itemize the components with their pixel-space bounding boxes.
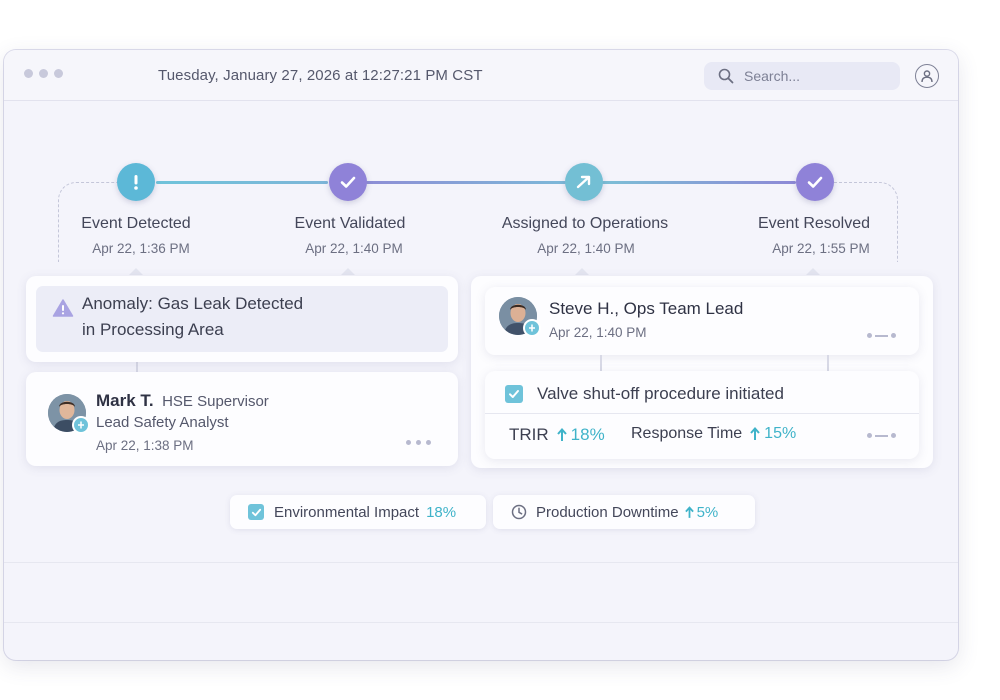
response-label: Response Time [631, 425, 743, 442]
action-checkbox[interactable] [505, 385, 523, 403]
window-dot[interactable] [54, 69, 63, 78]
right-connector [600, 355, 602, 371]
person-title: HSE Supervisor [162, 393, 269, 410]
anomaly-title-line1: Anomaly: Gas Leak Detected [82, 294, 304, 313]
window-dot[interactable] [24, 69, 33, 78]
step-time-assigned: Apr 22, 1:40 PM [537, 241, 635, 256]
trir-label: TRIR [509, 425, 549, 444]
step-node-detected[interactable] [117, 163, 155, 201]
steve-card[interactable]: Steve H., Ops Team Lead Apr 22, 1:40 PM [485, 287, 919, 355]
response-time-metric: Response Time 15% [631, 425, 796, 443]
role-badge [72, 416, 90, 434]
anomaly-panel: Anomaly: Gas Leak Detected in Processing… [36, 286, 448, 352]
anomaly-title-line2: in Processing Area [82, 320, 224, 339]
step-time-validated: Apr 22, 1:40 PM [305, 241, 403, 256]
card-pointer [806, 268, 820, 275]
person-name: Mark T. [96, 391, 154, 410]
anomaly-card[interactable]: Anomaly: Gas Leak Detected in Processing… [26, 276, 458, 362]
user-icon [921, 70, 933, 83]
footer-divider [4, 622, 958, 623]
card-pointer [575, 268, 589, 275]
alert-icon [134, 175, 138, 190]
right-connector [827, 355, 829, 371]
clock-icon [511, 504, 527, 520]
environmental-checkbox[interactable] [248, 504, 264, 520]
environmental-value: 18% [426, 503, 457, 521]
trir-value: 18% [570, 425, 605, 444]
step-node-assigned[interactable] [565, 163, 603, 201]
action-label: Valve shut-off procedure initiated [537, 384, 784, 403]
timeline-segment [366, 181, 566, 184]
app-window: Tuesday, January 27, 2026 at 12:27:21 PM… [4, 50, 958, 660]
search-input[interactable] [742, 67, 896, 85]
window-controls[interactable] [24, 69, 63, 78]
step-node-validated[interactable] [329, 163, 367, 201]
step-label-assigned: Assigned to Operations [501, 215, 669, 232]
more-options-button[interactable] [867, 333, 896, 338]
mark-card[interactable]: Mark T. HSE Supervisor Lead Safety Analy… [26, 372, 458, 466]
card-pointer [129, 268, 143, 275]
search-icon [718, 68, 734, 84]
step-node-resolved[interactable] [796, 163, 834, 201]
arrow-up-icon [684, 505, 694, 518]
divider [485, 413, 919, 414]
production-downtime-chip[interactable]: Production Downtime 5% [493, 495, 755, 529]
title-bar: Tuesday, January 27, 2026 at 12:27:21 PM… [4, 50, 958, 101]
more-options-button[interactable] [867, 433, 896, 438]
current-datetime: Tuesday, January 27, 2026 at 12:27:21 PM… [158, 67, 483, 84]
person-name: Steve H., Ops Team Lead [549, 299, 744, 318]
mark-name-row: Mark T. HSE Supervisor [96, 391, 269, 411]
step-time-detected: Apr 22, 1:36 PM [92, 241, 190, 256]
timeline-segment [602, 181, 796, 184]
step-label-validated: Event Validated [294, 215, 406, 232]
downtime-label: Production Downtime [536, 503, 679, 521]
step-time-resolved: Apr 22, 1:55 PM [772, 241, 870, 256]
response-value: 15% [764, 425, 797, 442]
user-account-button[interactable] [915, 64, 939, 88]
role-badge [523, 319, 541, 337]
anomaly-title: Anomaly: Gas Leak Detected in Processing… [82, 291, 402, 343]
step-label-resolved: Event Resolved [757, 215, 871, 232]
more-options-button[interactable] [406, 440, 431, 445]
window-dot[interactable] [39, 69, 48, 78]
person-time: Apr 22, 1:40 PM [549, 325, 647, 340]
action-card[interactable]: Valve shut-off procedure initiated TRIR … [485, 371, 919, 459]
arrow-icon [576, 175, 591, 189]
check-icon [807, 176, 823, 188]
environmental-impact-chip[interactable]: Environmental Impact 18% [230, 495, 486, 529]
card-pointer [341, 268, 355, 275]
footer-divider [4, 562, 958, 563]
step-label-detected: Event Detected [81, 215, 191, 232]
trir-metric: TRIR 18% [509, 425, 605, 445]
check-icon [509, 390, 519, 398]
downtime-value: 5% [696, 503, 719, 521]
timeline-segment [156, 181, 328, 184]
check-icon [251, 508, 261, 516]
search-box[interactable] [704, 62, 900, 90]
environmental-label: Environmental Impact [274, 503, 420, 521]
warning-icon [52, 299, 74, 317]
arrow-up-icon [750, 427, 760, 440]
check-icon [340, 176, 356, 188]
person-time: Apr 22, 1:38 PM [96, 438, 194, 453]
person-role: Lead Safety Analyst [96, 414, 229, 431]
arrow-up-icon [556, 428, 567, 441]
